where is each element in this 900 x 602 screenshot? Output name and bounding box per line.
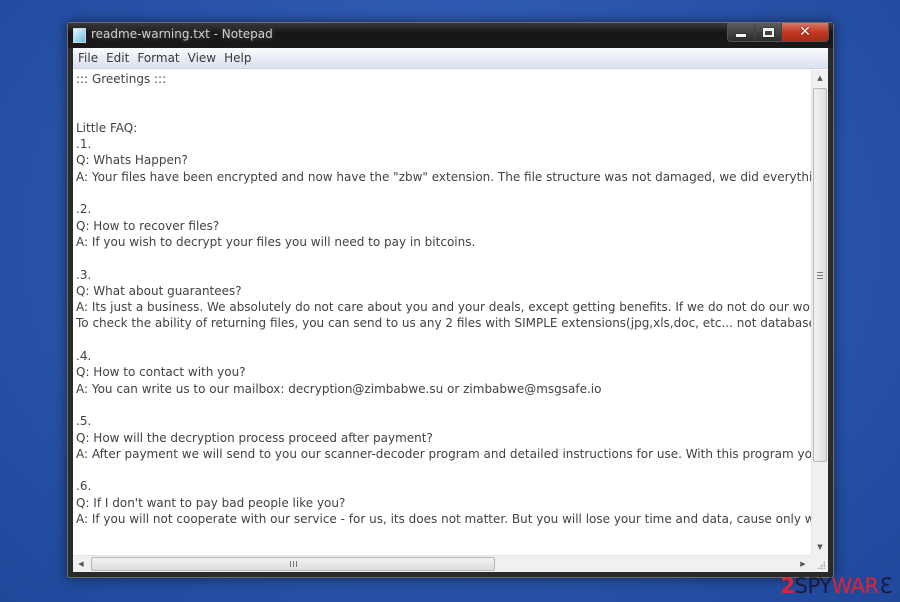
- watermark-ware: WAR: [831, 574, 880, 598]
- text-line: [76, 104, 811, 120]
- text-line: [76, 185, 811, 201]
- text-line: A: Its just a business. We absolutely do…: [76, 300, 811, 315]
- notepad-icon: [73, 28, 86, 43]
- text-line: ::: Greetings :::: [76, 72, 167, 86]
- watermark-digit: 2: [780, 574, 796, 598]
- minimize-button[interactable]: [728, 23, 755, 41]
- title-bar[interactable]: readme-warning.txt - Notepad ✕: [68, 23, 833, 48]
- scroll-down-button[interactable]: ▼: [812, 539, 828, 555]
- horizontal-scroll-thumb[interactable]: [91, 557, 495, 571]
- vertical-scroll-thumb[interactable]: [813, 88, 827, 462]
- maximize-icon: [762, 27, 774, 37]
- text-line: A: If you will not cooperate with our se…: [76, 512, 811, 527]
- vertical-scrollbar[interactable]: ▲ ▼: [811, 70, 828, 555]
- text-line: [76, 87, 811, 103]
- scroll-left-button[interactable]: ◀: [73, 556, 89, 572]
- text-line: .1.: [76, 137, 92, 152]
- text-line: Little FAQ:: [76, 120, 138, 135]
- menu-help[interactable]: Help: [220, 51, 255, 65]
- resize-grip[interactable]: [811, 555, 828, 572]
- window-title: readme-warning.txt - Notepad: [91, 27, 273, 41]
- maximize-button[interactable]: [755, 23, 782, 41]
- text-line: Q: Whats Happen?: [76, 153, 188, 168]
- scroll-up-button[interactable]: ▲: [812, 70, 828, 86]
- text-line: [76, 332, 811, 348]
- horizontal-scrollbar[interactable]: ◀ ▶: [73, 555, 811, 572]
- document-text[interactable]: ::: Greetings ::: Little FAQ:.1. Q: Whats …: [76, 71, 811, 527]
- notepad-window: readme-warning.txt - Notepad ✕ File Edit…: [67, 22, 834, 578]
- text-line: [76, 250, 811, 266]
- watermark-spy: SPY: [794, 574, 832, 598]
- arrow-down-icon: ▼: [817, 543, 823, 551]
- text-line: [76, 462, 811, 478]
- menu-format[interactable]: Format: [133, 51, 183, 65]
- grip-icon: [289, 561, 297, 567]
- text-line: A: Your files have been encrypted and no…: [76, 169, 811, 184]
- arrow-left-icon: ◀: [78, 560, 84, 568]
- text-line: A: If you wish to decrypt your files you…: [76, 234, 476, 249]
- minimize-icon: [736, 33, 746, 37]
- text-line: .5.: [76, 414, 92, 429]
- text-line: A: You can write us to our mailbox: decr…: [76, 381, 602, 396]
- text-line: .2.: [76, 202, 92, 217]
- close-button[interactable]: ✕: [782, 23, 828, 41]
- menu-bar: File Edit Format View Help: [73, 48, 828, 69]
- text-line: To check the ability of returning files,…: [76, 316, 811, 331]
- text-line: .6.: [76, 479, 92, 494]
- window-controls: ✕: [727, 23, 829, 42]
- scroll-right-button[interactable]: ▶: [795, 556, 811, 572]
- notepad-client: File Edit Format View Help ::: Greetings…: [73, 48, 828, 572]
- text-line: Q: How will the decryption process proce…: [76, 430, 433, 445]
- text-line: .4.: [76, 349, 92, 364]
- text-line: Q: How to recover files?: [76, 218, 220, 233]
- arrow-up-icon: ▲: [817, 74, 823, 82]
- arrow-right-icon: ▶: [800, 560, 806, 568]
- text-line: .3.: [76, 267, 92, 282]
- text-line: Q: If I don't want to pay bad people lik…: [76, 495, 346, 510]
- menu-edit[interactable]: Edit: [102, 51, 133, 65]
- close-icon: ✕: [799, 24, 811, 40]
- menu-file[interactable]: File: [74, 51, 102, 65]
- menu-view[interactable]: View: [184, 51, 220, 65]
- watermark-logo: 2 SPY WAR Ɛ: [780, 574, 893, 598]
- text-line: Q: What about guarantees?: [76, 283, 242, 298]
- text-line: Q: How to contact with you?: [76, 365, 246, 380]
- text-line: A: After payment we will send to you our…: [76, 446, 811, 461]
- text-editor[interactable]: ::: Greetings ::: Little FAQ:.1. Q: Whats …: [73, 70, 811, 555]
- text-line: [76, 397, 811, 413]
- grip-icon: [817, 271, 823, 279]
- watermark-arrow-icon: Ɛ: [879, 574, 893, 598]
